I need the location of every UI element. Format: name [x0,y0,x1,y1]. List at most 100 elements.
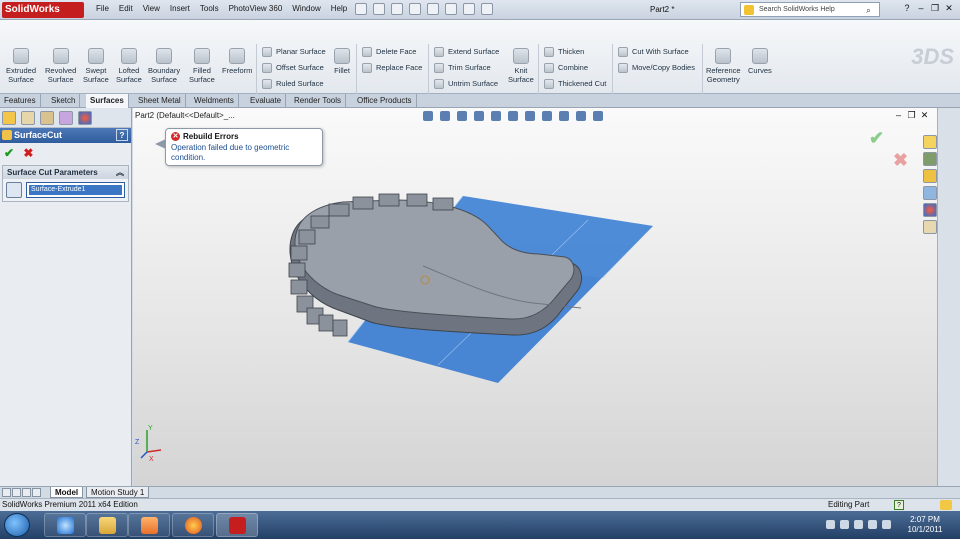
volume-icon[interactable] [882,520,891,529]
replace-face-button[interactable]: Replace Face [362,63,422,74]
boundary-surface-button[interactable]: Boundary Surface [148,48,180,84]
freeform-button[interactable]: Freeform [222,48,252,75]
fillet-button[interactable]: Fillet [334,48,350,75]
configuration-manager-icon[interactable] [40,111,54,125]
cancel-x-icon[interactable]: ✖ [23,146,33,160]
thickened-cut-button[interactable]: Thickened Cut [544,79,606,90]
solidworks-resources-icon[interactable] [923,135,937,149]
tab-render-tools[interactable]: Render Tools [290,94,346,108]
tab-weldments[interactable]: Weldments [190,94,239,108]
ok-check-icon[interactable]: ✔ [4,146,14,160]
taskbar-explorer[interactable] [86,513,128,537]
open-icon[interactable] [373,3,385,15]
menu-file[interactable]: File [96,4,109,13]
new-icon[interactable] [355,3,367,15]
select-icon[interactable] [445,3,457,15]
group-header[interactable]: Surface Cut Parameters ︽ [3,166,128,179]
tab-evaluate[interactable]: Evaluate [246,94,287,108]
thicken-button[interactable]: Thicken [544,47,584,58]
tab-sketch[interactable]: Sketch [47,94,81,108]
swept-surface-button[interactable]: Swept Surface [83,48,109,84]
custom-properties-icon[interactable] [923,220,937,234]
options-icon[interactable] [481,3,493,15]
offset-surface-button[interactable]: Offset Surface [262,63,324,74]
tray-arrow-icon[interactable] [826,520,835,529]
undo-icon[interactable] [427,3,439,15]
design-library-icon[interactable] [923,152,937,166]
knit-surface-button[interactable]: Knit Surface [508,48,534,84]
delete-face-button[interactable]: Delete Face [362,47,416,58]
firefox-icon [185,517,202,534]
solidworks-logo[interactable]: SolidWorks [2,2,84,18]
taskbar-clock[interactable]: 2:07 PM 10/1/2011 [902,515,948,535]
reference-geometry-button[interactable]: Reference Geometry [706,48,741,84]
extend-surface-button[interactable]: Extend Surface [434,47,499,58]
trim-surface-button[interactable]: Trim Surface [434,63,491,74]
rebuild-icon[interactable] [463,3,475,15]
next-tab-icon[interactable] [22,488,31,497]
tags-icon[interactable] [940,500,952,510]
file-explorer-pane-icon[interactable] [923,169,937,183]
taskbar-media-player[interactable] [128,513,170,537]
prev-tab-icon[interactable] [12,488,21,497]
tab-office-products[interactable]: Office Products [353,94,417,108]
display-manager-icon[interactable] [78,111,92,125]
tray-app-icon[interactable] [854,520,863,529]
collapse-chevron-icon[interactable]: ︽ [116,166,124,179]
help-question-icon[interactable]: ? [900,3,914,14]
tab-sheet-metal[interactable]: Sheet Metal [134,94,186,108]
taskbar-solidworks[interactable] [216,513,258,537]
first-tab-icon[interactable] [2,488,11,497]
surface-selection-box[interactable]: Surface-Extrude1 [26,182,125,198]
selected-surface-item[interactable]: Surface-Extrude1 [29,185,122,195]
menu-view[interactable]: View [143,4,160,13]
network-icon[interactable] [868,520,877,529]
dimxpert-manager-icon[interactable] [59,111,73,125]
combine-button[interactable]: Combine [544,63,588,74]
menu-window[interactable]: Window [292,4,320,13]
magnifier-icon[interactable]: ⌕ [866,4,871,17]
filled-surface-button[interactable]: Filled Surface [189,48,215,84]
graphics-area[interactable]: Part2 (Default<<Default>_... – ❐ ✕ ✕ Reb… [133,108,937,486]
solidworks-icon [229,517,246,534]
tab-motion-study[interactable]: Motion Study 1 [86,487,150,498]
untrim-surface-button[interactable]: Untrim Surface [434,79,498,90]
ruled-surface-button[interactable]: Ruled Surface [262,79,324,90]
move-copy-bodies-button[interactable]: Move/Copy Bodies [618,63,695,74]
print-icon[interactable] [409,3,421,15]
tab-features[interactable]: Features [0,94,41,108]
help-search-input[interactable]: Search SolidWorks Help ⌕ [740,2,880,17]
start-button[interactable] [4,513,30,537]
help-button[interactable]: ? [116,129,128,141]
menu-insert[interactable]: Insert [170,4,190,13]
menu-photoview[interactable]: PhotoView 360 [229,4,283,13]
cut-with-surface-button[interactable]: Cut With Surface [618,47,689,58]
save-icon[interactable] [391,3,403,15]
minimize-icon[interactable]: – [914,3,928,14]
extruded-surface-button[interactable]: Extruded Surface [6,48,36,84]
property-manager-icon[interactable] [21,111,35,125]
menu-help[interactable]: Help [331,4,347,13]
curves-button[interactable]: Curves [748,48,772,75]
status-help-icon[interactable]: ? [894,500,904,510]
feature-manager-icon[interactable] [2,111,16,125]
close-icon[interactable]: ✕ [942,3,956,14]
taskbar-ie[interactable] [44,513,86,537]
tray-flag-icon[interactable] [840,520,849,529]
tab-model[interactable]: Model [50,487,84,498]
last-tab-icon[interactable] [32,488,41,497]
restore-icon[interactable]: ❐ [928,3,942,14]
lofted-surface-button[interactable]: Lofted Surface [116,48,142,84]
3d-model-view[interactable] [133,108,937,486]
menu-tools[interactable]: Tools [200,4,219,13]
tab-surfaces[interactable]: Surfaces [86,94,129,108]
main-menu: File Edit View Insert Tools PhotoView 36… [96,4,357,13]
revolved-surface-button[interactable]: Revolved Surface [45,48,76,84]
view-palette-icon[interactable] [923,186,937,200]
planar-surface-button[interactable]: Planar Surface [262,47,326,58]
appearances-icon[interactable] [923,203,937,217]
menu-edit[interactable]: Edit [119,4,133,13]
flip-direction-icon[interactable] [6,182,22,198]
taskbar-firefox[interactable] [172,513,214,537]
quick-access-toolbar [355,3,499,15]
